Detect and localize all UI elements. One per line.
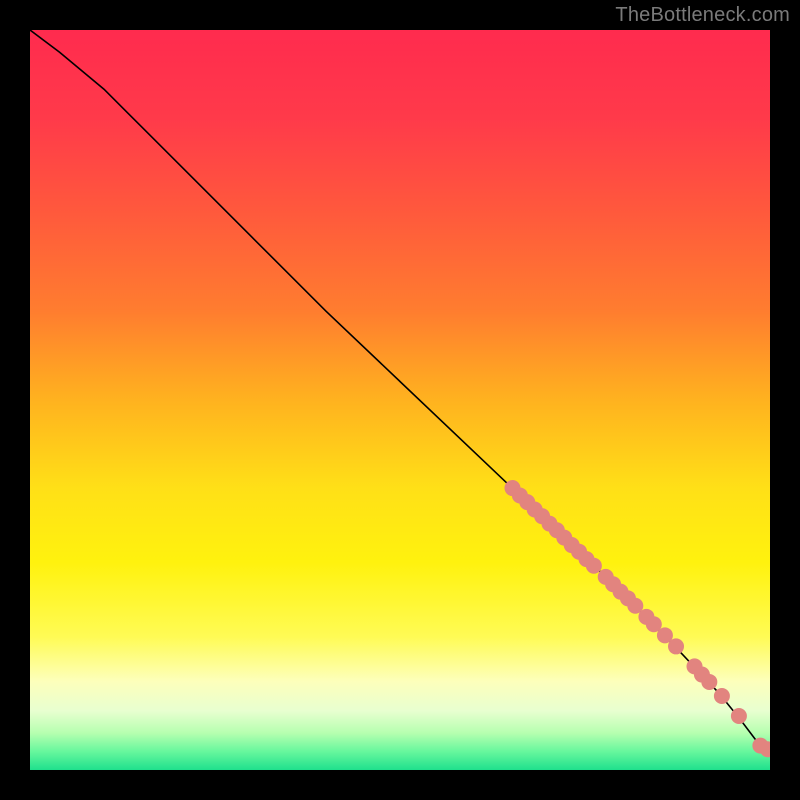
attribution-label: TheBottleneck.com bbox=[615, 4, 790, 27]
data-marker bbox=[714, 688, 730, 704]
data-marker bbox=[586, 558, 602, 574]
chart-stage: TheBottleneck.com bbox=[0, 0, 800, 800]
plot-background bbox=[30, 30, 770, 770]
plot-svg bbox=[30, 30, 770, 770]
data-marker bbox=[668, 638, 684, 654]
plot-area bbox=[30, 30, 770, 770]
data-marker bbox=[731, 708, 747, 724]
data-marker bbox=[701, 674, 717, 690]
